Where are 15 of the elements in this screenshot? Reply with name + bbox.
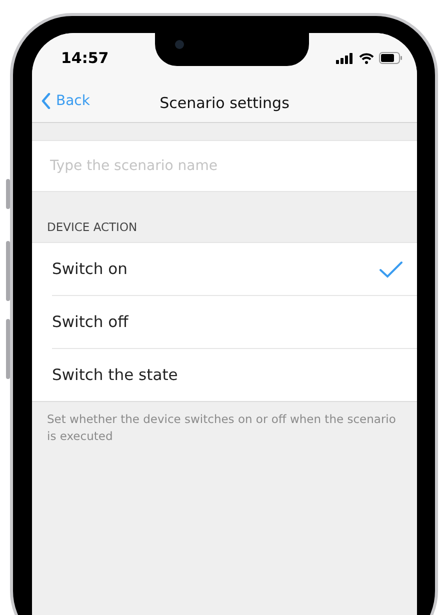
chevron-left-icon — [41, 93, 51, 109]
option-row[interactable]: Switch on — [52, 243, 417, 295]
scenario-name-field[interactable]: Type the scenario name — [32, 140, 417, 192]
wifi-icon — [359, 52, 374, 64]
signal-icon — [336, 52, 354, 64]
option-row[interactable]: Switch the state — [52, 348, 417, 401]
option-row[interactable]: Switch off — [52, 295, 417, 348]
screen-title: Scenario settings — [160, 94, 290, 112]
camera-icon — [175, 40, 184, 49]
section-header: DEVICE ACTION — [47, 220, 138, 234]
checkmark-icon — [379, 260, 403, 278]
section-footer: Set whether the device switches on or off when the scenario is executed — [32, 402, 417, 445]
status-time: 14:57 — [61, 49, 109, 67]
battery-icon — [379, 52, 403, 64]
scenario-name-input[interactable]: Type the scenario name — [50, 158, 399, 174]
